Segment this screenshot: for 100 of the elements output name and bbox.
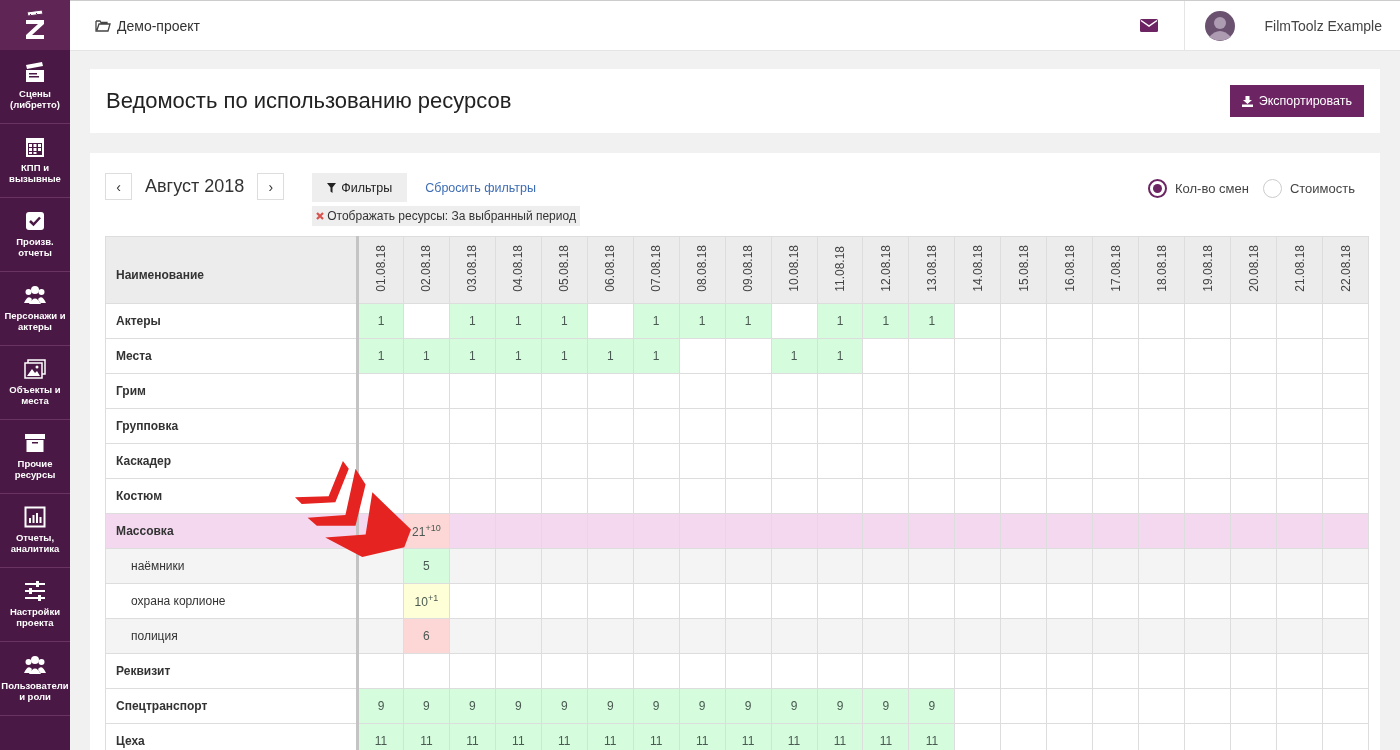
table-cell [817,478,863,514]
row-label[interactable]: Актеры [116,314,161,328]
table-cell [495,583,542,619]
row-label[interactable]: полиция [131,629,178,643]
reset-filters-link[interactable]: Сбросить фильтры [425,180,536,195]
filters-button[interactable]: Фильтры [312,173,408,202]
table-cell [863,478,909,514]
mail-icon[interactable] [1140,19,1158,32]
project-name[interactable]: Демо-проект [117,17,200,34]
row-label[interactable]: Спецтранспорт [116,699,208,713]
row-label[interactable]: Каскадер [116,454,172,468]
table-cell: 1 [403,338,450,374]
user-name[interactable]: FilmToolz Example [1264,17,1382,34]
table-cell: 9 [771,688,818,724]
row-label[interactable]: охрана корлионе [131,594,226,608]
table-cell [1092,653,1139,689]
row-label[interactable]: Цеха [116,734,145,748]
row-label[interactable]: Грим [116,384,146,398]
table-cell [1138,373,1185,409]
table-cell [587,583,634,619]
table-cell [817,373,863,409]
table-cell [771,443,818,479]
table-cell [863,338,909,374]
row-label[interactable]: Костюм [116,489,162,503]
sidebar-item[interactable]: Персонажи и актеры [0,272,70,346]
radio-label[interactable]: Стоимость [1289,181,1355,196]
table-cell [1322,443,1369,479]
table-cell [1230,338,1277,374]
table-cell [1322,478,1369,514]
sidebar-item[interactable]: Настройки проекта [0,568,70,642]
table-cell [1230,548,1277,584]
row-label[interactable]: Места [116,349,152,363]
table-cell [633,408,680,444]
radio-label[interactable]: Кол-во смен [1175,181,1249,196]
filter-tag[interactable]: Отображать ресурсы: За выбранный период [312,206,580,226]
table-cell [1138,583,1185,619]
column-header: 03.08.18 [465,245,480,292]
sidebar-item[interactable]: Пользователи и роли [0,642,70,716]
table-cell [679,653,726,689]
table-cell [449,373,496,409]
table-cell: 1 [541,303,588,339]
table-cell [817,653,863,689]
row-label[interactable]: Групповка [116,419,179,433]
table-cell [1230,618,1277,654]
table-cell [1138,443,1185,479]
row-label[interactable]: наёмники [131,559,185,573]
sidebar-item[interactable]: КПП и вызывные [0,124,70,198]
table-cell [1046,443,1093,479]
table-cell: 1 [449,303,496,339]
row-label[interactable]: Массовка [116,524,174,538]
table-cell [587,443,634,479]
next-month-button[interactable]: › [257,173,285,200]
clapperboard-icon [24,62,46,85]
table-cell [1092,583,1139,619]
table-cell [1184,548,1231,584]
remove-icon[interactable] [316,212,325,220]
table-cell [633,583,680,619]
sidebar-item[interactable]: Прочие ресурсы [0,420,70,494]
table-cell [1046,338,1093,374]
table-cell [541,653,588,689]
table-cell [541,408,588,444]
table-cell [587,653,634,689]
column-header: 01.08.18 [373,245,388,292]
export-button[interactable]: Экспортировать [1229,85,1364,117]
table-cell [954,653,1001,689]
previous-month-button[interactable]: ‹ [105,173,132,200]
sidebar-item[interactable]: Сцены (либретто) [0,50,70,124]
table-cell [679,583,726,619]
table-cell [1138,513,1185,549]
table-cell [449,548,496,584]
radio-button[interactable] [1148,179,1167,198]
sidebar-item[interactable]: Объекты и места [0,346,70,420]
table-cell [863,373,909,409]
table-cell [817,513,863,549]
table-cell: 1 [541,338,588,374]
table-cell [725,478,772,514]
column-header: 06.08.18 [603,245,618,292]
table-cell [1184,513,1231,549]
table-cell [954,548,1001,584]
avatar-icon[interactable] [1204,10,1235,41]
table-cell [449,408,496,444]
table-cell [1322,688,1369,724]
table-cell [587,373,634,409]
table-cell: 1 [908,303,955,339]
table-cell [1230,443,1277,479]
folder-icon [95,19,111,32]
sidebar-item[interactable]: Произв. отчеты [0,198,70,272]
table-cell [817,583,863,619]
table-cell [954,443,1001,479]
table-cell [817,618,863,654]
table-cell [495,373,542,409]
row-label[interactable]: Реквизит [116,664,171,678]
table-cell [817,443,863,479]
table-cell [725,443,772,479]
table-cell [633,478,680,514]
sidebar-item[interactable]: Отчеты, аналитика [0,494,70,568]
table-cell [1184,373,1231,409]
logo-icon[interactable] [24,10,46,40]
table-cell [1322,338,1369,374]
column-header: 11.08.18 [833,245,847,292]
